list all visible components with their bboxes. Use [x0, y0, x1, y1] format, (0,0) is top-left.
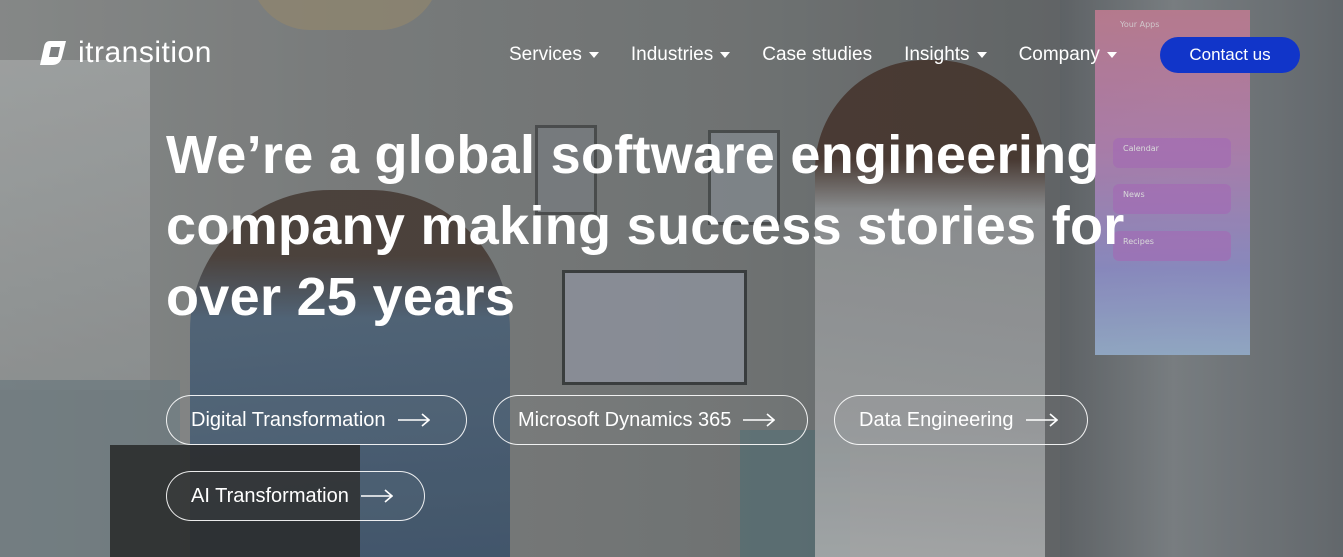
nav-item-services[interactable]: Services: [509, 44, 599, 66]
headline-line: over 25 years: [166, 267, 516, 327]
contact-us-button[interactable]: Contact us: [1160, 37, 1300, 73]
data-engineering-link[interactable]: Data Engineering: [834, 395, 1088, 445]
hero-headline: We’re a global software engineering comp…: [166, 120, 1126, 333]
nav-item-company[interactable]: Company: [1019, 44, 1117, 66]
chevron-down-icon: [588, 52, 599, 58]
headline-line: company making success stories for: [166, 196, 1125, 256]
logo[interactable]: itransition: [38, 36, 212, 70]
nav-item-industries[interactable]: Industries: [630, 44, 731, 66]
hero-section: Your Apps Calendar News Recipes itransit…: [0, 0, 1343, 557]
nav-item-case-studies[interactable]: Case studies: [762, 44, 872, 66]
chevron-down-icon: [976, 52, 987, 58]
nav-item-label: Case studies: [762, 44, 873, 65]
arrow-right-icon: [743, 413, 776, 427]
arrow-right-icon: [1025, 413, 1058, 427]
digital-transformation-link[interactable]: Digital Transformation: [166, 395, 467, 445]
pill-label: Microsoft Dynamics 365: [518, 408, 732, 431]
logo-text: itransition: [78, 36, 212, 69]
headline-line: We’re a global software engineering: [166, 125, 1100, 185]
pill-label: AI Transformation: [191, 484, 349, 507]
nav-item-insights[interactable]: Insights: [904, 44, 987, 66]
nav-item-label: Insights: [904, 44, 970, 65]
itransition-logo-icon: [40, 41, 66, 65]
arrow-right-icon: [360, 489, 393, 503]
main-nav: Services Industries Case studies Insight…: [509, 38, 1149, 72]
chevron-down-icon: [1106, 52, 1117, 58]
nav-item-label: Services: [509, 44, 582, 65]
microsoft-dynamics-365-link[interactable]: Microsoft Dynamics 365: [493, 395, 808, 445]
pill-label: Data Engineering: [859, 408, 1014, 431]
pill-label: Digital Transformation: [191, 408, 386, 431]
chevron-down-icon: [720, 52, 731, 58]
arrow-right-icon: [397, 413, 430, 427]
nav-item-label: Company: [1018, 44, 1100, 65]
nav-item-label: Industries: [630, 44, 714, 65]
ai-transformation-link[interactable]: AI Transformation: [166, 471, 425, 521]
site-header: itransition Services Industries Case stu…: [0, 0, 1343, 110]
